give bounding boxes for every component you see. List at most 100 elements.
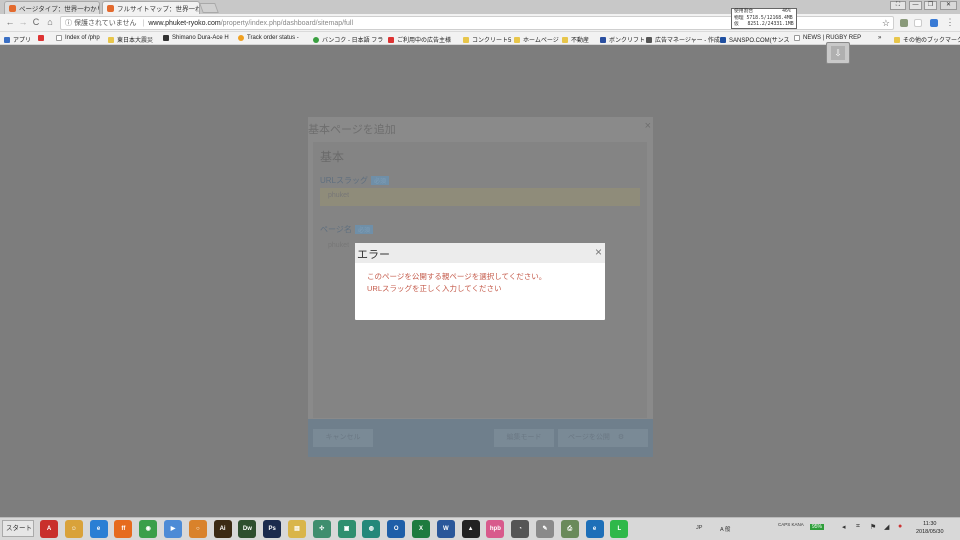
bookmark-item[interactable]: Track order status -: [238, 35, 299, 41]
bookmark-item[interactable]: 東日本大震災: [108, 35, 153, 44]
bookmark-label: ホームページ: [523, 38, 559, 44]
headset-taskbar-icon[interactable]: ◔: [511, 520, 530, 538]
tab-label: フルサイトマップ：世界一わか: [117, 6, 200, 13]
volume-icon[interactable]: ◂: [842, 523, 846, 531]
bookmark-item[interactable]: ボンクリフト: [600, 35, 645, 44]
url-host: www.phuket-ryoko.com: [148, 19, 221, 27]
clock-date: 2018/05/30: [916, 529, 944, 535]
word-taskbar-icon[interactable]: W: [436, 520, 455, 538]
bookmark-other[interactable]: その他のブックマーク: [894, 35, 960, 44]
bonclift-icon: [600, 36, 606, 43]
new-tab-button[interactable]: [199, 3, 219, 13]
bookmark-item[interactable]: ホームページ: [514, 35, 559, 44]
tab-label: ページタイプ：世界一わかり: [19, 6, 100, 13]
window-extra-button[interactable]: ⛶: [890, 1, 906, 10]
section-heading: 基本: [320, 150, 345, 164]
bookmark-label: その他のブックマーク: [903, 38, 960, 44]
bookmark-label: SANSPO.COM(サンス: [729, 38, 790, 44]
bookmark-apps[interactable]: アプリ: [4, 35, 31, 44]
ime-indicator[interactable]: JP: [696, 525, 702, 531]
add-page-close-icon[interactable]: ×: [645, 120, 651, 132]
dreamweaver-taskbar-icon[interactable]: Dw: [238, 520, 257, 538]
network-icon[interactable]: ⌗: [856, 523, 860, 531]
search-taskbar-icon[interactable]: ○: [188, 520, 207, 538]
url-slug-input[interactable]: phuket: [320, 188, 640, 206]
photoshop-taskbar-icon[interactable]: Ps: [263, 520, 282, 538]
required-badge: 必須: [355, 225, 374, 234]
bookmark-item[interactable]: [38, 35, 47, 41]
cancel-button[interactable]: キャンセル: [313, 429, 373, 447]
folder-icon: [463, 36, 469, 43]
yahoo-icon: [388, 36, 394, 43]
avatar-taskbar-icon[interactable]: ☺: [64, 520, 83, 538]
restore-button[interactable]: ❐: [924, 1, 937, 10]
bookmark-star-icon[interactable]: ☆: [882, 18, 890, 29]
edge-taskbar-icon[interactable]: e: [585, 520, 604, 538]
firefox-taskbar-icon[interactable]: ff: [114, 520, 133, 538]
illustrator-taskbar-icon[interactable]: Ai: [213, 520, 232, 538]
sanspo-icon: [720, 36, 726, 43]
network-taskbar-icon[interactable]: ✣: [312, 520, 331, 538]
extension-shield-icon[interactable]: [900, 19, 908, 27]
acrobat-taskbar-icon[interactable]: A: [40, 520, 58, 538]
reload-icon[interactable]: C: [30, 17, 42, 27]
folder-icon: [894, 36, 900, 43]
bookmarks-more-icon[interactable]: »: [878, 35, 881, 41]
download-helper-button[interactable]: ⇩: [826, 42, 850, 64]
error-message-parent-page: このページを公開する親ページを選択してください。: [367, 272, 547, 281]
folder-taskbar-icon[interactable]: ▤: [288, 520, 306, 538]
track-icon: [238, 35, 244, 41]
extension-download-icon[interactable]: [930, 19, 938, 27]
media-taskbar-icon[interactable]: ▶: [164, 520, 182, 538]
bookmark-item[interactable]: バンコク - 日本語 フラ: [313, 35, 383, 44]
tab-page-type[interactable]: ページタイプ：世界一わかり ×: [4, 1, 100, 14]
flag-icon[interactable]: ⚑: [870, 523, 876, 531]
security-indicator[interactable]: ⓘ 保護されていません: [65, 18, 137, 28]
close-icon[interactable]: ×: [595, 245, 602, 259]
extension-blank-icon[interactable]: [914, 19, 922, 27]
error-modal: エラー × このページを公開する親ページを選択してください。 URLスラッグを正…: [355, 243, 605, 320]
tool-taskbar-icon[interactable]: ✎: [536, 520, 554, 538]
edit-mode-button[interactable]: 編集モード: [494, 429, 554, 447]
yahoo-icon: [38, 35, 44, 41]
ime-mode[interactable]: A 般: [720, 525, 730, 533]
excel-taskbar-icon[interactable]: X: [412, 520, 430, 538]
printer-taskbar-icon[interactable]: ⎙: [560, 520, 579, 538]
bookmarks-bar: アプリ Index of /php 東日本大震災 Shimano Dura-Ac…: [0, 32, 960, 45]
alert-icon[interactable]: ●: [898, 523, 902, 530]
add-page-footer: キャンセル 編集モード ページを公開 ⚙: [308, 419, 653, 457]
bookmark-item[interactable]: NEWS | RUGBY REP: [794, 35, 861, 41]
ads-manager-icon: [646, 36, 652, 43]
tab-full-sitemap[interactable]: フルサイトマップ：世界一わか ×: [102, 1, 200, 14]
bookmark-item[interactable]: Shimano Dura-Ace H: [163, 35, 229, 41]
start-label: スタート: [6, 525, 32, 532]
bookmark-item[interactable]: ご利用中の広告主様: [388, 35, 451, 44]
bookmark-item[interactable]: SANSPO.COM(サンス: [720, 35, 790, 44]
ie-taskbar-icon[interactable]: e: [89, 520, 108, 538]
battery-indicator[interactable]: 95%: [810, 524, 825, 530]
bookmark-item[interactable]: 不動産: [562, 35, 589, 44]
vectorworks-taskbar-icon[interactable]: ▲: [461, 520, 480, 538]
close-window-button[interactable]: ✕: [940, 1, 957, 10]
chrome-taskbar-icon[interactable]: ◉: [139, 520, 158, 538]
home-icon[interactable]: ⌂: [44, 17, 56, 27]
line-taskbar-icon[interactable]: L: [610, 520, 629, 538]
page-icon: [56, 35, 62, 41]
menu-icon[interactable]: ⋮: [944, 17, 956, 28]
forward-icon[interactable]: →: [17, 17, 29, 27]
start-button[interactable]: スタート: [2, 520, 34, 537]
monitor-taskbar-icon[interactable]: ▣: [337, 520, 356, 538]
minimize-button[interactable]: —: [909, 1, 922, 10]
bookmark-label: 広告マネージャー - 作成: [655, 38, 720, 44]
bookmark-item[interactable]: 広告マネージャー - 作成: [646, 35, 720, 44]
hpb-taskbar-icon[interactable]: hpb: [486, 520, 505, 538]
outlook-taskbar-icon[interactable]: O: [387, 520, 406, 538]
globe-taskbar-icon[interactable]: ◍: [362, 520, 381, 538]
bookmark-item[interactable]: コンクリート5: [463, 35, 511, 44]
publish-page-button[interactable]: ページを公開 ⚙: [558, 429, 648, 447]
site-favicon-icon: [9, 4, 16, 12]
clock[interactable]: 11:30 2018/05/30: [916, 520, 944, 536]
signal-icon[interactable]: ◢: [884, 523, 889, 531]
bookmark-item[interactable]: Index of /php: [56, 35, 100, 41]
back-icon[interactable]: ←: [4, 17, 16, 27]
